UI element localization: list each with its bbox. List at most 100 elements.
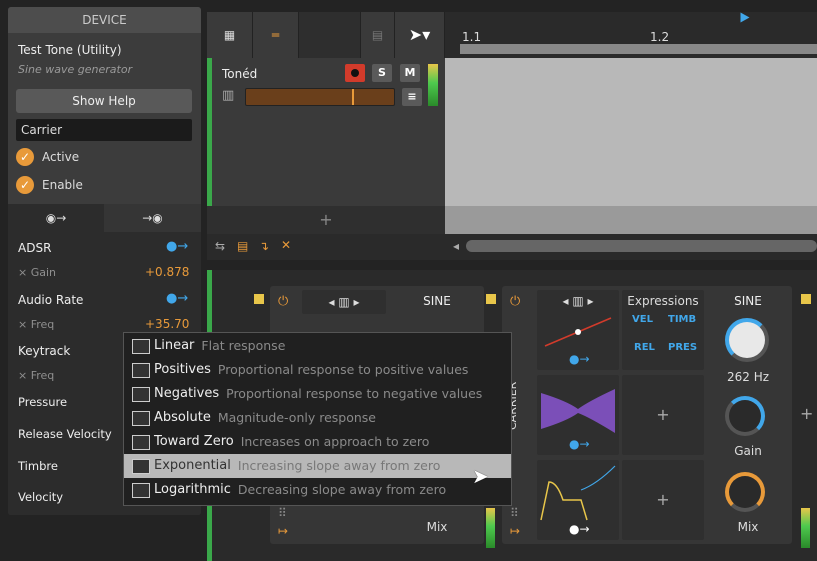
modulator-release-velocity[interactable]: Release Velocity: [18, 427, 112, 441]
menu-item-label: Positives: [154, 362, 211, 377]
add-track-button[interactable]: +: [207, 206, 445, 234]
solo-button[interactable]: S: [372, 64, 392, 82]
modulator-timbre[interactable]: Timbre: [18, 459, 58, 473]
menu-item-description: Increases on approach to zero: [240, 434, 430, 449]
modulator-keytrack[interactable]: Keytrack: [18, 344, 70, 358]
mute-button[interactable]: M: [400, 64, 420, 82]
modulation-amount[interactable]: +0.878: [145, 265, 189, 279]
menu-item-linear[interactable]: Linear Flat response: [124, 334, 511, 358]
add-modulator-button[interactable]: +: [622, 460, 704, 540]
track-volume-slider[interactable]: [245, 88, 395, 106]
layout-icon[interactable]: ▤: [237, 239, 248, 253]
modulation-arrow-icon[interactable]: ●→: [166, 291, 188, 306]
arrange-view-icon[interactable]: ═: [253, 12, 299, 58]
expressions-title: Expressions: [627, 294, 699, 308]
keytrack-modulator[interactable]: ◂ ▥ ▸ ●→: [537, 290, 619, 370]
menu-item-positives[interactable]: Positives Proportional response to positi…: [124, 358, 511, 382]
modulation-arrow-icon[interactable]: ●→: [569, 522, 590, 536]
instrument-icon: ▥: [222, 88, 235, 103]
gain-knob[interactable]: [725, 396, 765, 436]
device-indicator-icon: [254, 294, 264, 304]
mix-label: Mix: [426, 520, 448, 534]
grid-view-icon[interactable]: ▦: [207, 12, 253, 58]
menu-item-negatives[interactable]: Negatives Proportional response to negati…: [124, 382, 511, 406]
track-timeline-lane[interactable]: [445, 58, 817, 206]
menu-item-exponential[interactable]: Exponential Increasing slope away from ze…: [124, 454, 511, 478]
expression-rel[interactable]: REL: [634, 342, 655, 353]
route-arrow-icon[interactable]: ↦: [510, 524, 520, 538]
mouse-cursor-icon: ➤: [472, 464, 489, 488]
positives-icon: [132, 362, 150, 378]
device-level-meter: [801, 508, 810, 548]
settings-sliders-icon[interactable]: ⇆: [215, 239, 225, 253]
modulator-velocity[interactable]: Velocity: [18, 490, 63, 504]
scroll-left-icon[interactable]: ◂: [453, 239, 459, 253]
empty-lane: [445, 206, 817, 234]
power-icon[interactable]: ⏻: [278, 294, 288, 309]
modulator-pressure[interactable]: Pressure: [18, 395, 67, 409]
modulation-amount[interactable]: +35.70: [145, 317, 189, 331]
menu-item-label: Negatives: [154, 386, 220, 401]
modulator-tabs: ◉→ →◉: [8, 204, 201, 232]
active-checkbox[interactable]: ✓: [16, 148, 34, 166]
menu-item-description: Proportional response to negative values: [226, 386, 483, 401]
menu-item-description: Proportional response to positive values: [217, 362, 469, 377]
mix-knob[interactable]: [725, 472, 765, 512]
expression-pres[interactable]: PRES: [668, 342, 697, 353]
target-label: Gain: [30, 266, 57, 279]
track-name[interactable]: Tonéd: [222, 67, 257, 81]
modulation-arrow-icon[interactable]: ●→: [569, 352, 590, 366]
clip-icon[interactable]: ▤: [361, 12, 395, 58]
tab-modulation-sources[interactable]: ◉→: [8, 204, 104, 232]
pointer-tool-icon[interactable]: ➤▾: [395, 12, 445, 58]
audio-rate-modulator[interactable]: ●→: [537, 375, 619, 455]
expression-timb[interactable]: TIMB: [668, 314, 696, 325]
chain-name-field[interactable]: Carrier: [16, 119, 192, 141]
device-indicator-icon: [801, 294, 811, 304]
menu-item-logarithmic[interactable]: Logarithmic Decreasing slope away from ze…: [124, 478, 511, 502]
grid-icon[interactable]: ⠿: [278, 506, 287, 520]
menu-item-toward-zero[interactable]: Toward Zero Increases on approach to zero: [124, 430, 511, 454]
modulation-arrow-icon[interactable]: ●→: [166, 239, 188, 254]
modulator-audio-rate[interactable]: Audio Rate: [18, 293, 83, 307]
add-device-button[interactable]: +: [800, 404, 813, 423]
ruler-marker: 1.2: [650, 30, 670, 44]
add-modulator-button[interactable]: +: [622, 375, 704, 455]
frequency-knob[interactable]: [725, 318, 769, 362]
adsr-modulator[interactable]: ●→: [537, 460, 619, 540]
exponential-icon: [132, 458, 150, 474]
menu-item-description: Decreasing slope away from zero: [237, 482, 447, 497]
osc-type-label: SINE: [423, 294, 451, 308]
device-description: Sine wave generator: [18, 63, 133, 76]
device-indicator-icon: [486, 294, 496, 304]
close-icon[interactable]: ✕: [281, 238, 291, 252]
loop-region-bar[interactable]: [460, 44, 817, 54]
route-arrow-icon[interactable]: ↦: [278, 524, 288, 538]
linear-icon: [132, 338, 150, 354]
power-icon[interactable]: ⏻: [510, 294, 520, 309]
grid-icon[interactable]: ⠿: [510, 506, 519, 520]
target-label: Freq: [30, 318, 55, 331]
keyboard-icon[interactable]: ◂ ▥ ▸: [302, 290, 386, 314]
track-level-meter: [428, 64, 438, 106]
tab-modulation-targets[interactable]: →◉: [104, 204, 201, 232]
absolute-icon: [132, 410, 150, 426]
modulation-arrow-icon[interactable]: ●→: [569, 437, 590, 451]
modulator-adsr[interactable]: ADSR: [18, 241, 51, 255]
toolbar-spacer: [299, 12, 361, 58]
panel-header: DEVICE: [8, 7, 201, 33]
enable-checkbox[interactable]: ✓: [16, 176, 34, 194]
mix-label: Mix: [737, 520, 759, 534]
record-arm-button[interactable]: [345, 64, 365, 82]
horizontal-scrollbar[interactable]: [466, 240, 817, 252]
device-level-meter: [486, 508, 495, 548]
show-help-button[interactable]: Show Help: [16, 89, 192, 113]
menu-item-absolute[interactable]: Absolute Magnitude-only response: [124, 406, 511, 430]
menu-item-label: Logarithmic: [154, 482, 231, 497]
track-menu-icon[interactable]: ≡: [402, 88, 422, 106]
playhead-marker-icon[interactable]: [740, 12, 750, 23]
expression-vel[interactable]: VEL: [632, 314, 653, 325]
follow-icon[interactable]: ↴: [259, 239, 269, 253]
ruler-marker: 1.1: [462, 30, 482, 44]
expressions-modulator[interactable]: Expressions VEL TIMB REL PRES: [622, 290, 704, 370]
